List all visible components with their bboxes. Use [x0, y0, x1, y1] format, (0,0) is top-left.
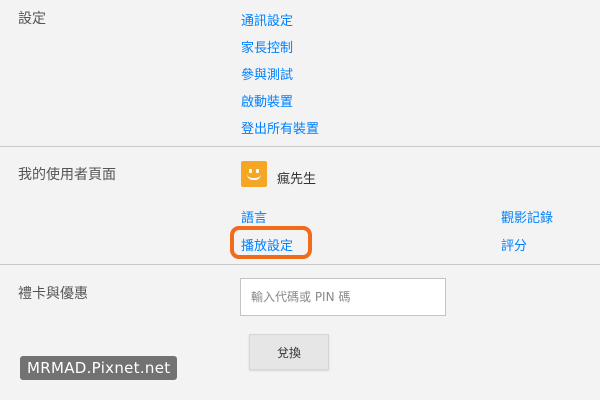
gift-section-label: 禮卡與優惠	[18, 286, 88, 302]
avatar-smile-icon	[247, 174, 261, 180]
profile-section-label: 我的使用者頁面	[18, 167, 116, 183]
activate-device-link[interactable]: 啟動裝置	[241, 91, 293, 110]
ratings-link[interactable]: 評分	[501, 235, 527, 254]
viewing-history-link[interactable]: 觀影記錄	[501, 207, 553, 226]
section-divider	[0, 264, 600, 265]
avatar-eye-icon	[249, 169, 252, 173]
parental-controls-link[interactable]: 家長控制	[241, 37, 293, 56]
redeem-button[interactable]: 兌換	[249, 334, 329, 370]
avatar	[241, 161, 267, 187]
settings-section-label: 設定	[18, 11, 46, 27]
avatar-eye-icon	[256, 169, 259, 173]
highlight-annotation	[230, 226, 312, 259]
sign-out-all-devices-link[interactable]: 登出所有裝置	[241, 118, 319, 137]
section-divider	[0, 146, 600, 147]
test-participation-link[interactable]: 參與測試	[241, 64, 293, 83]
profile-name: 瘋先生	[277, 172, 317, 187]
notification-settings-link[interactable]: 通訊設定	[241, 10, 293, 29]
watermark: MRMAD.Pixnet.net	[20, 356, 178, 380]
gift-code-input[interactable]	[240, 278, 446, 316]
language-link[interactable]: 語言	[241, 207, 267, 226]
